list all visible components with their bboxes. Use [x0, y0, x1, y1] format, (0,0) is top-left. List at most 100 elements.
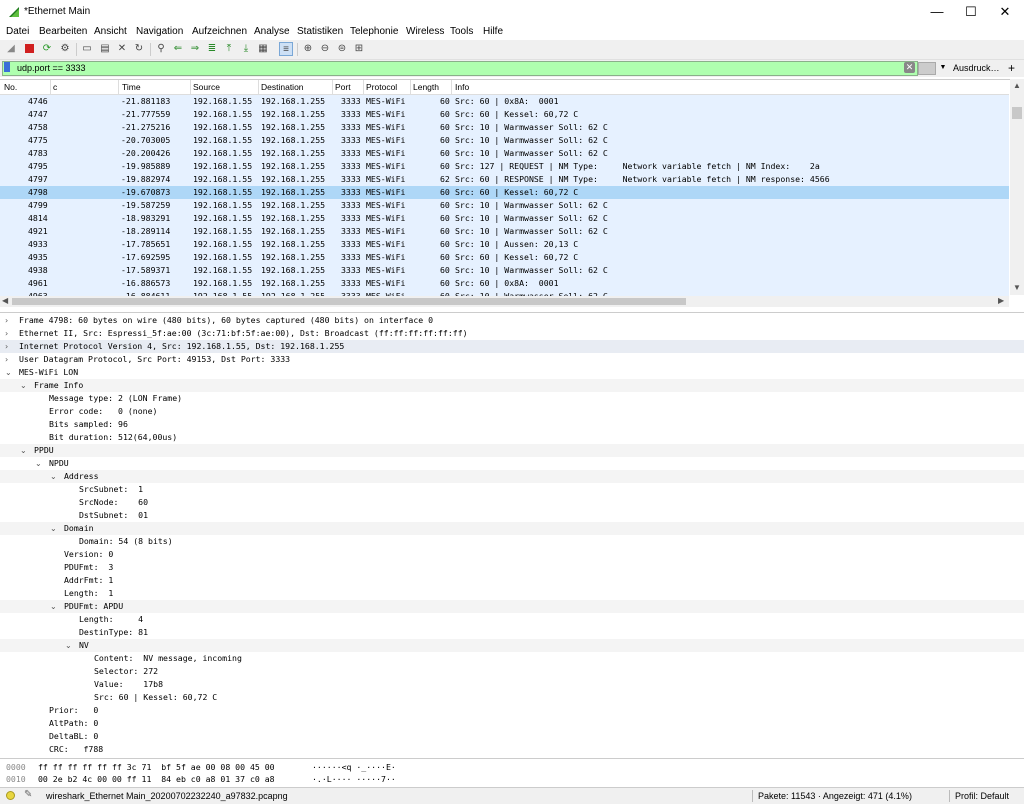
tree-node[interactable]: Src: 60 | Kessel: 60,72 C: [0, 691, 1024, 704]
menu-statistiken[interactable]: Statistiken: [297, 26, 343, 37]
menu-hilfe[interactable]: Hilfe: [483, 26, 503, 37]
column-header-source[interactable]: Source: [193, 82, 220, 92]
tree-node[interactable]: PDUFmt: 3: [0, 561, 1024, 574]
expand-arrow-icon[interactable]: ›: [5, 327, 8, 340]
table-row[interactable]: 4961 -16.886573 192.168.1.55 192.168.1.255 3…: [0, 277, 1009, 290]
column-header-port[interactable]: Port: [335, 82, 351, 92]
column-header-c[interactable]: c: [53, 82, 57, 92]
menu-aufzeichnen[interactable]: Aufzeichnen: [192, 26, 247, 37]
tree-node[interactable]: ⌄ NPDU: [0, 457, 1024, 470]
table-row[interactable]: 4814 -18.983291 192.168.1.55 192.168.1.255 3…: [0, 212, 1009, 225]
tree-node[interactable]: Selector: 272: [0, 665, 1024, 678]
tree-node[interactable]: ⌄ PPDU: [0, 444, 1024, 457]
tree-node[interactable]: ⌄ Domain: [0, 522, 1024, 535]
profile-status[interactable]: Profil: Default: [955, 791, 1009, 801]
tree-node[interactable]: AddrFmt: 1: [0, 574, 1024, 587]
stop-icon[interactable]: [22, 42, 36, 56]
tree-node[interactable]: › Ethernet II, Src: Espressi_5f:ae:00 (3c…: [0, 327, 1024, 340]
back-arrow-icon[interactable]: ⇐: [171, 42, 185, 56]
column-header-destination[interactable]: Destination: [261, 82, 304, 92]
expert-info-indicator-icon[interactable]: [6, 791, 15, 800]
packet-details-tree[interactable]: › Frame 4798: 60 bytes on wire (480 bits)…: [0, 312, 1024, 757]
tree-node[interactable]: DstSubnet: 01: [0, 509, 1024, 522]
tree-node[interactable]: SrcNode: 60: [0, 496, 1024, 509]
open-file-icon[interactable]: ▭: [80, 42, 94, 56]
table-row[interactable]: 4746 -21.881183 192.168.1.55 192.168.1.255 3…: [0, 95, 1009, 108]
expand-arrow-icon[interactable]: ›: [5, 340, 8, 353]
collapse-arrow-icon[interactable]: ⌄: [20, 379, 27, 392]
go-to-packet-icon[interactable]: ≣: [205, 42, 219, 56]
normal-size-icon[interactable]: ⊜: [335, 42, 349, 56]
scroll-down-icon[interactable]: ▼: [1013, 283, 1021, 292]
table-row[interactable]: 4798 -19.670873 192.168.1.55 192.168.1.255 3…: [0, 186, 1009, 199]
tree-node[interactable]: Value: 17b8: [0, 678, 1024, 691]
tree-node[interactable]: ⌄ MES-WiFi LON: [0, 366, 1024, 379]
table-row[interactable]: 4938 -17.589371 192.168.1.55 192.168.1.255 3…: [0, 264, 1009, 277]
close-button[interactable]: ✕: [988, 0, 1022, 24]
bytes-row[interactable]: 0000 ff ff ff ff ff ff 3c 71 bf 5f ae 00 …: [0, 761, 1024, 773]
first-packet-icon[interactable]: ⤒: [222, 42, 236, 56]
column-header-protocol[interactable]: Protocol: [366, 82, 397, 92]
tree-node[interactable]: › User Datagram Protocol, Src Port: 49153…: [0, 353, 1024, 366]
menu-tools[interactable]: Tools: [450, 26, 473, 37]
menu-wireless[interactable]: Wireless: [406, 26, 444, 37]
close-file-icon[interactable]: ✕: [115, 42, 129, 56]
column-header-no[interactable]: No.: [4, 82, 17, 92]
tree-node[interactable]: Bits sampled: 96: [0, 418, 1024, 431]
table-row[interactable]: 4747 -21.777559 192.168.1.55 192.168.1.255 3…: [0, 108, 1009, 121]
table-row[interactable]: 4758 -21.275216 192.168.1.55 192.168.1.255 3…: [0, 121, 1009, 134]
save-file-icon[interactable]: ▤: [98, 42, 112, 56]
tree-node[interactable]: ⌄ Frame Info: [0, 379, 1024, 392]
menu-telephonie[interactable]: Telephonie: [350, 26, 398, 37]
bytes-row[interactable]: 0010 00 2e b2 4c 00 00 ff 11 84 eb c0 a8 …: [0, 773, 1024, 785]
table-row[interactable]: 4775 -20.703005 192.168.1.55 192.168.1.255 3…: [0, 134, 1009, 147]
filter-history-dropdown-icon[interactable]: ▼: [938, 62, 948, 73]
table-row[interactable]: 4797 -19.882974 192.168.1.55 192.168.1.255 3…: [0, 173, 1009, 186]
capture-comment-icon[interactable]: ✎: [24, 789, 32, 800]
scroll-up-icon[interactable]: ▲: [1013, 81, 1021, 90]
collapse-arrow-icon[interactable]: ⌄: [35, 457, 42, 470]
find-icon[interactable]: ⚲: [154, 42, 168, 56]
options-gear-icon[interactable]: ⚙: [58, 42, 72, 56]
tree-node[interactable]: Length: 4: [0, 613, 1024, 626]
zoom-in-icon[interactable]: ⊕: [301, 42, 315, 56]
table-row[interactable]: 4933 -17.785651 192.168.1.55 192.168.1.255 3…: [0, 238, 1009, 251]
collapse-arrow-icon[interactable]: ⌄: [50, 522, 57, 535]
apply-filter-button[interactable]: [918, 62, 936, 75]
display-filter-input[interactable]: udp.port == 3333: [2, 61, 918, 76]
tree-node[interactable]: Bit duration: 512(64,00us): [0, 431, 1024, 444]
zoom-out-icon[interactable]: ⊖: [318, 42, 332, 56]
tree-node[interactable]: › Frame 4798: 60 bytes on wire (480 bits)…: [0, 314, 1024, 327]
table-row[interactable]: 4935 -17.692595 192.168.1.55 192.168.1.255 3…: [0, 251, 1009, 264]
table-row[interactable]: 4783 -20.200426 192.168.1.55 192.168.1.255 3…: [0, 147, 1009, 160]
table-row[interactable]: 4795 -19.985889 192.168.1.55 192.168.1.255 3…: [0, 160, 1009, 173]
packet-bytes-pane[interactable]: 0000 ff ff ff ff ff ff 3c 71 bf 5f ae 00 …: [0, 758, 1024, 787]
autoscroll-icon[interactable]: ▦: [256, 42, 270, 56]
tree-node[interactable]: Domain: 54 (8 bits): [0, 535, 1024, 548]
tree-node[interactable]: Content: NV message, incoming: [0, 652, 1024, 665]
minimize-button[interactable]: —: [920, 0, 954, 24]
maximize-button[interactable]: ☐: [954, 0, 988, 24]
tree-node[interactable]: ⌄ NV: [0, 639, 1024, 652]
expand-arrow-icon[interactable]: ›: [5, 353, 8, 366]
tree-node[interactable]: Length: 1: [0, 587, 1024, 600]
table-row[interactable]: 4921 -18.289114 192.168.1.55 192.168.1.255 3…: [0, 225, 1009, 238]
tree-node[interactable]: DeltaBL: 0: [0, 730, 1024, 743]
forward-arrow-icon[interactable]: ⇒: [188, 42, 202, 56]
restart-icon[interactable]: ⟳: [40, 42, 54, 56]
tree-node[interactable]: Prior: 0: [0, 704, 1024, 717]
last-packet-icon[interactable]: ⤓: [239, 42, 253, 56]
horizontal-scroll-thumb[interactable]: [12, 298, 686, 305]
collapse-arrow-icon[interactable]: ⌄: [5, 366, 12, 379]
packet-list[interactable]: No. c Time Source Destination Port Proto…: [0, 79, 1024, 308]
packet-list-vertical-scrollbar[interactable]: ▲ ▼: [1010, 79, 1024, 295]
menu-datei[interactable]: Datei: [6, 26, 29, 37]
shark-fin-start-icon[interactable]: ◢: [4, 42, 18, 56]
menu-bearbeiten[interactable]: Bearbeiten: [39, 26, 87, 37]
tree-node[interactable]: Message type: 2 (LON Frame): [0, 392, 1024, 405]
tree-node[interactable]: › Internet Protocol Version 4, Src: 192.1…: [0, 340, 1024, 353]
tree-node[interactable]: SrcSubnet: 1: [0, 483, 1024, 496]
tree-node[interactable]: Error code: 0 (none): [0, 405, 1024, 418]
menu-navigation[interactable]: Navigation: [136, 26, 183, 37]
tree-node[interactable]: CRC: f788: [0, 743, 1024, 756]
